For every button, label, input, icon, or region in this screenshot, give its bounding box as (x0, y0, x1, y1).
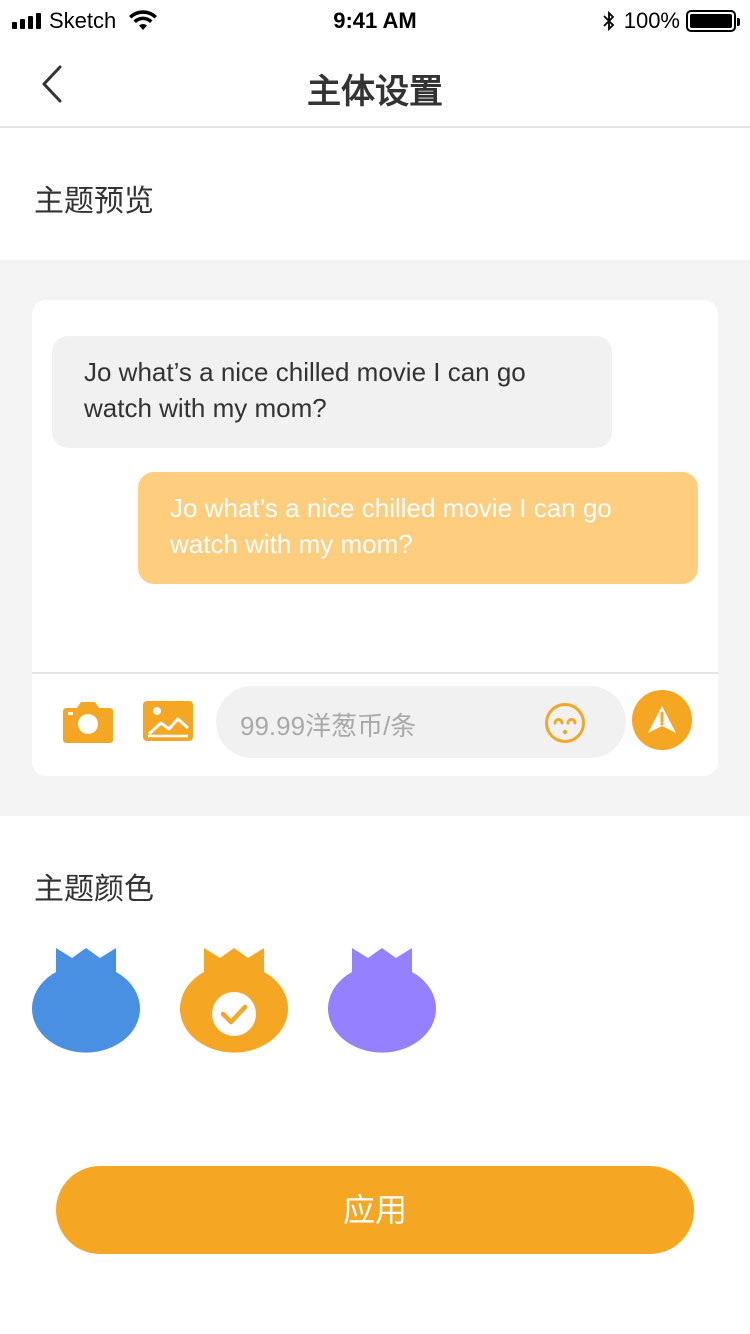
theme-color-options (32, 944, 452, 1062)
incoming-message-bubble: Jo what’s a nice chilled movie I can go … (52, 336, 612, 448)
theme-color-heading: 主题颜色 (34, 873, 154, 906)
send-icon (648, 706, 676, 733)
message-input[interactable]: 99.99洋葱币/条 (216, 686, 626, 758)
status-right: 100% (602, 8, 740, 34)
battery-percent: 100% (623, 8, 680, 33)
emoji-icon[interactable] (544, 702, 586, 744)
image-icon[interactable] (142, 698, 194, 744)
theme-color-orange[interactable] (180, 944, 288, 1062)
outgoing-message-bubble: Jo what’s a nice chilled movie I can go … (138, 472, 698, 584)
theme-color-purple[interactable] (328, 944, 436, 1062)
battery-icon (686, 10, 740, 32)
chat-input-bar: 99.99洋葱币/条 (32, 672, 718, 776)
message-input-placeholder: 99.99洋葱币/条 (240, 711, 417, 741)
camera-icon[interactable] (62, 698, 114, 744)
preview-card: Jo what’s a nice chilled movie I can go … (32, 300, 718, 776)
preview-heading: 主题预览 (34, 185, 154, 218)
apply-button[interactable]: 应用 (56, 1166, 694, 1254)
page-title: 主体设置 (307, 73, 443, 111)
theme-color-blue[interactable] (32, 944, 140, 1062)
status-bar: Sketch 9:41 AM 100% (0, 0, 750, 40)
swatch-shape (328, 948, 436, 1053)
selected-check-circle (212, 992, 256, 1036)
swatch-shape (32, 948, 140, 1053)
nav-bar: 主体设置 (0, 40, 750, 128)
send-button[interactable] (632, 690, 692, 750)
bluetooth-icon (603, 10, 614, 32)
